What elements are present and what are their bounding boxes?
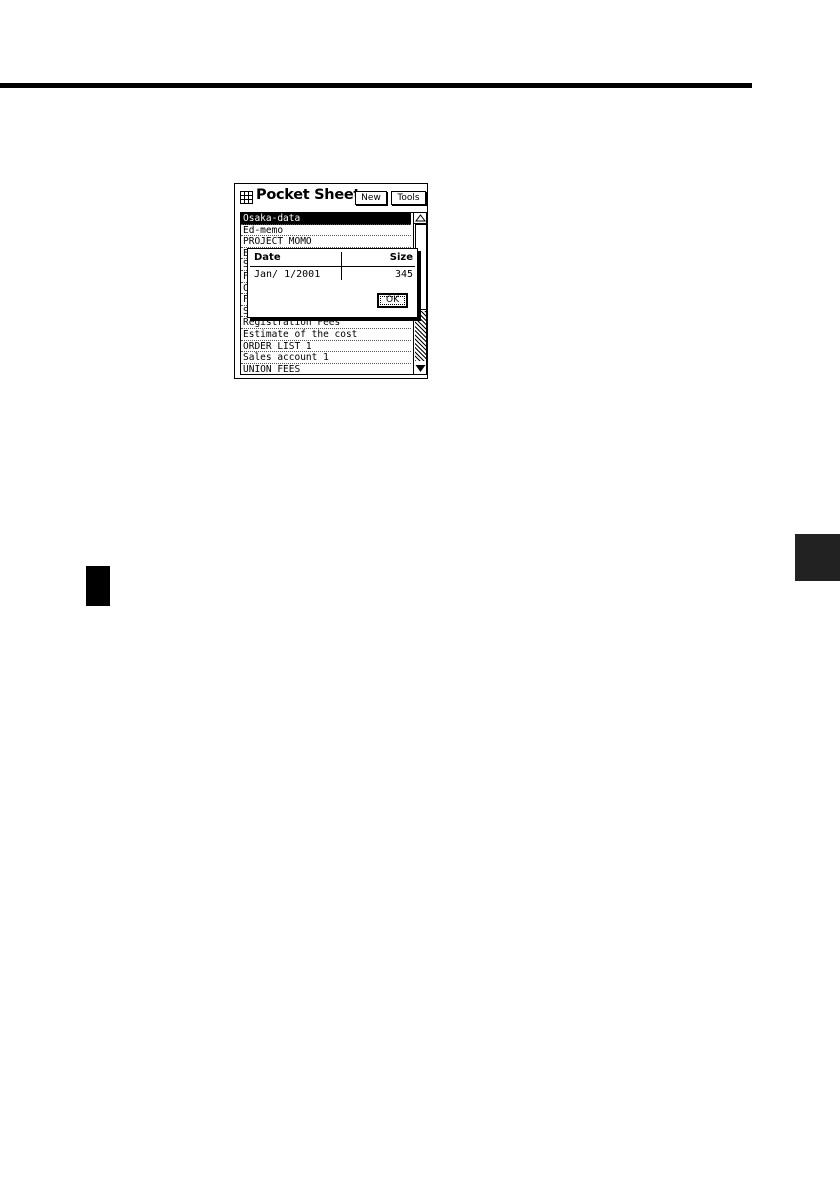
list-item[interactable]: Estimate of the cost <box>241 329 411 341</box>
header-divider <box>250 266 415 267</box>
list-item[interactable]: Ed-memo <box>241 225 411 237</box>
tools-button[interactable]: Tools <box>391 191 426 205</box>
spreadsheet-grid-icon <box>240 191 253 204</box>
list-item[interactable]: ORDER LIST 1 <box>241 341 411 353</box>
step-marker <box>86 566 110 606</box>
scroll-down-arrow-icon[interactable] <box>414 362 427 374</box>
chapter-tab <box>795 534 840 581</box>
list-item[interactable]: UNION FEES <box>241 364 411 374</box>
size-value: 345 <box>394 269 413 280</box>
date-value: Jan/ 1/2001 <box>254 269 321 280</box>
list-item[interactable]: Osaka-data <box>241 213 411 225</box>
top-rule <box>0 83 752 88</box>
file-info-dialog: Date Size Jan/ 1/2001 345 OK <box>247 248 418 318</box>
app-title: Pocket Sheet <box>256 187 361 203</box>
date-column-header: Date <box>254 252 281 263</box>
size-column-header: Size <box>389 252 413 263</box>
scroll-track[interactable] <box>415 311 426 361</box>
list-item[interactable]: PROJECT MOMO <box>241 236 411 248</box>
column-divider <box>341 252 342 280</box>
ok-button[interactable]: OK <box>377 293 408 308</box>
title-bar: Pocket Sheet New Tools <box>235 184 429 210</box>
scroll-up-arrow-icon[interactable] <box>414 213 427 224</box>
list-item[interactable]: Registration Fees <box>241 317 411 329</box>
new-button[interactable]: New <box>355 191 387 205</box>
list-item[interactable]: Sales account 1 <box>241 352 411 364</box>
